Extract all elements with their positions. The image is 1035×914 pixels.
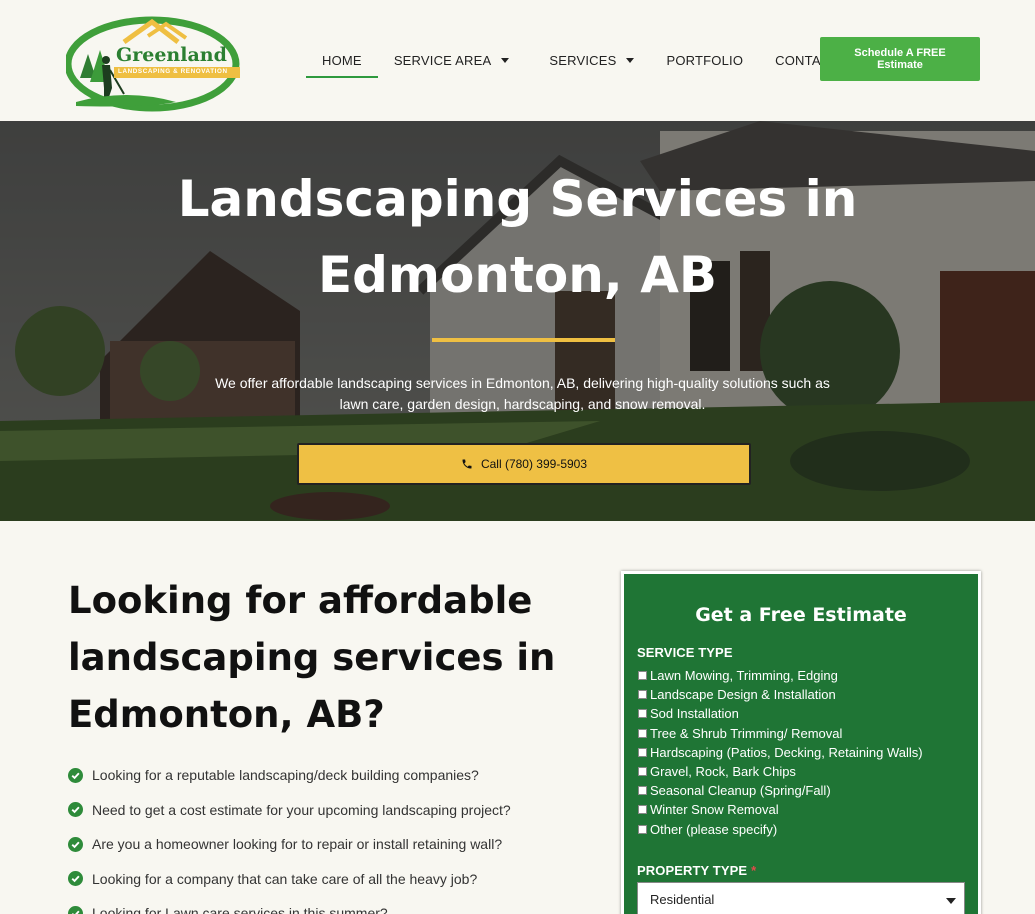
service-option[interactable]: Hardscaping (Patios, Decking, Retaining …	[638, 743, 923, 762]
cta-line-2: Estimate	[877, 59, 923, 71]
hero-subtitle: We offer affordable landscaping services…	[200, 373, 845, 415]
site-header: Greenland LANDSCAPING & RENOVATION HOME …	[0, 0, 1035, 121]
nav-services[interactable]: SERVICES	[533, 42, 650, 78]
property-type-label: PROPERTY TYPE *	[637, 863, 756, 878]
service-option-label: Lawn Mowing, Trimming, Edging	[650, 668, 838, 684]
checkbox[interactable]	[638, 709, 647, 719]
service-option[interactable]: Tree & Shrub Trimming/ Removal	[638, 724, 923, 743]
list-item: Looking for Lawn care services in this s…	[68, 896, 588, 914]
chevron-down-icon	[501, 57, 510, 63]
list-item: Need to get a cost estimate for your upc…	[68, 793, 588, 828]
service-option-label: Landscape Design & Installation	[650, 687, 836, 703]
hero-banner: Landscaping Services in Edmonton, AB We …	[0, 121, 1035, 521]
list-item-text: Looking for Lawn care services in this s…	[92, 905, 388, 914]
list-item-text: Looking for a company that can take care…	[92, 870, 478, 887]
list-item-text: Need to get a cost estimate for your upc…	[92, 801, 511, 818]
service-option[interactable]: Gravel, Rock, Bark Chips	[638, 762, 923, 781]
service-option[interactable]: Winter Snow Removal	[638, 800, 923, 819]
section-title-line-3: Edmonton, AB?	[68, 693, 385, 736]
list-item: Are you a homeowner looking for to repai…	[68, 827, 588, 862]
brand-tagline: LANDSCAPING & RENOVATION	[118, 68, 228, 75]
check-circle-icon	[68, 767, 83, 783]
required-mark: *	[751, 863, 757, 878]
phone-icon	[462, 459, 472, 469]
call-button-label: Call (780) 399-5903	[480, 457, 588, 471]
schedule-estimate-button[interactable]: Schedule A FREE Estimate	[820, 37, 980, 81]
hero-title-line-2: Edmonton, AB	[317, 246, 718, 304]
checkbox[interactable]	[638, 671, 647, 681]
service-option[interactable]: Sod Installation	[638, 704, 923, 723]
list-item-text: Looking for a reputable landscaping/deck…	[92, 767, 479, 784]
checkbox[interactable]	[638, 805, 647, 815]
section-title-line-2: landscaping services in	[68, 636, 556, 679]
nav-service-area[interactable]: SERVICE AREA	[378, 42, 526, 78]
hero-title-line-1: Landscaping Services in	[177, 170, 858, 228]
service-option-label: Winter Snow Removal	[650, 802, 779, 818]
service-option[interactable]: Lawn Mowing, Trimming, Edging	[638, 666, 923, 685]
checkbox[interactable]	[638, 767, 647, 777]
service-option[interactable]: Landscape Design & Installation	[638, 685, 923, 704]
hero-title: Landscaping Services in Edmonton, AB	[0, 161, 1035, 313]
check-circle-icon	[68, 802, 83, 818]
property-type-value: Residential	[650, 891, 715, 907]
service-option-label: Seasonal Cleanup (Spring/Fall)	[650, 783, 831, 799]
checkbox[interactable]	[638, 824, 647, 834]
hero-subtitle-line-2: lawn care, garden design, hardscaping, a…	[339, 396, 706, 412]
hero-subtitle-line-1: We offer affordable landscaping services…	[215, 375, 830, 391]
service-type-options: Lawn Mowing, Trimming, Edging Landscape …	[638, 666, 923, 839]
check-circle-icon	[68, 871, 83, 887]
nav-portfolio[interactable]: PORTFOLIO	[650, 42, 759, 78]
property-type-select[interactable]: Residential	[637, 882, 965, 914]
check-circle-icon	[68, 836, 83, 852]
checkbox[interactable]	[638, 690, 647, 700]
cta-line-1: Schedule A FREE	[854, 46, 946, 59]
checkbox[interactable]	[638, 747, 647, 757]
nav-service-area-label: SERVICE AREA	[393, 52, 492, 68]
service-option[interactable]: Seasonal Cleanup (Spring/Fall)	[638, 781, 923, 800]
section-title-line-1: Looking for affordable	[68, 579, 533, 622]
chevron-down-icon	[946, 898, 956, 904]
service-option-label: Tree & Shrub Trimming/ Removal	[650, 725, 843, 741]
nav-home[interactable]: HOME	[306, 42, 378, 78]
form-title: Get a Free Estimate	[695, 604, 907, 626]
nav-portfolio-label: PORTFOLIO	[666, 52, 744, 68]
service-option-label: Sod Installation	[650, 706, 739, 722]
property-type-label-text: PROPERTY TYPE	[637, 863, 748, 878]
checklist: Looking for a reputable landscaping/deck…	[68, 758, 588, 914]
service-option[interactable]: Other (please specify)	[638, 820, 923, 839]
chevron-down-icon	[626, 57, 635, 63]
nav-services-label: SERVICES	[549, 52, 617, 68]
list-item: Looking for a company that can take care…	[68, 862, 588, 897]
main-nav: HOME SERVICE AREA SERVICES PORTFOLIO CON…	[306, 42, 854, 78]
list-item: Looking for a reputable landscaping/deck…	[68, 758, 588, 793]
estimate-form: Get a Free Estimate SERVICE TYPE Lawn Mo…	[621, 571, 981, 914]
section-title: Looking for affordable landscaping servi…	[68, 572, 568, 743]
checkbox[interactable]	[638, 728, 647, 738]
check-circle-icon	[68, 905, 83, 914]
service-option-label: Hardscaping (Patios, Decking, Retaining …	[650, 744, 923, 760]
service-option-label: Gravel, Rock, Bark Chips	[650, 764, 796, 780]
service-option-label: Other (please specify)	[650, 821, 778, 837]
nav-home-label: HOME	[322, 52, 362, 68]
call-button[interactable]: Call (780) 399-5903	[297, 443, 751, 485]
list-item-text: Are you a homeowner looking for to repai…	[92, 836, 503, 853]
service-type-label: SERVICE TYPE	[637, 645, 733, 660]
brand-name: Greenland	[116, 44, 227, 66]
hero-divider	[432, 338, 615, 342]
checkbox[interactable]	[638, 786, 647, 796]
